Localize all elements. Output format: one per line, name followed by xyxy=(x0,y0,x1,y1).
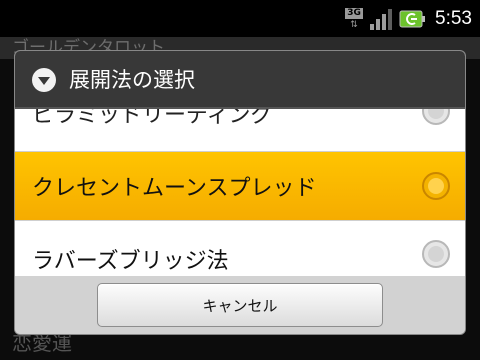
cancel-button[interactable]: キャンセル xyxy=(97,283,383,327)
status-clock: 5:53 xyxy=(435,8,472,29)
list-item-crescent-moon-spread[interactable]: クレセントムーンスプレッド xyxy=(15,152,465,220)
status-icons: 3G ⇅ 5:53 xyxy=(345,6,472,32)
selection-dialog: 展開法の選択 ピラミッドリーディング クレセントムーンスプレッド ラバーズブリッ… xyxy=(15,51,465,334)
option-label: クレセントムーンスプレッド xyxy=(32,176,317,201)
battery-charging-icon xyxy=(399,10,426,28)
option-label: ピラミッドリーディング xyxy=(32,109,273,128)
dialog-title: 展開法の選択 xyxy=(69,68,195,92)
signal-strength-icon xyxy=(370,9,393,30)
status-bar: 3G ⇅ 5:53 xyxy=(0,0,480,37)
dropdown-circle-icon xyxy=(32,68,56,92)
list-item-pyramid-reading[interactable]: ピラミッドリーディング xyxy=(15,109,465,141)
radio-button-icon[interactable] xyxy=(421,109,451,126)
options-list[interactable]: ピラミッドリーディング クレセントムーンスプレッド ラバーズブリッジ法 xyxy=(15,109,465,276)
radio-button-icon[interactable] xyxy=(421,171,451,201)
data-arrows-icon: ⇅ xyxy=(350,20,358,30)
network-label: 3G xyxy=(345,8,364,19)
radio-button-icon[interactable] xyxy=(421,239,451,269)
option-label: ラバーズブリッジ法 xyxy=(32,249,229,274)
list-item-lovers-bridge[interactable]: ラバーズブリッジ法 xyxy=(15,221,465,276)
dialog-footer: キャンセル xyxy=(15,276,465,334)
dialog-header: 展開法の選択 xyxy=(15,51,465,109)
network-3g-icon: 3G ⇅ xyxy=(345,8,364,30)
